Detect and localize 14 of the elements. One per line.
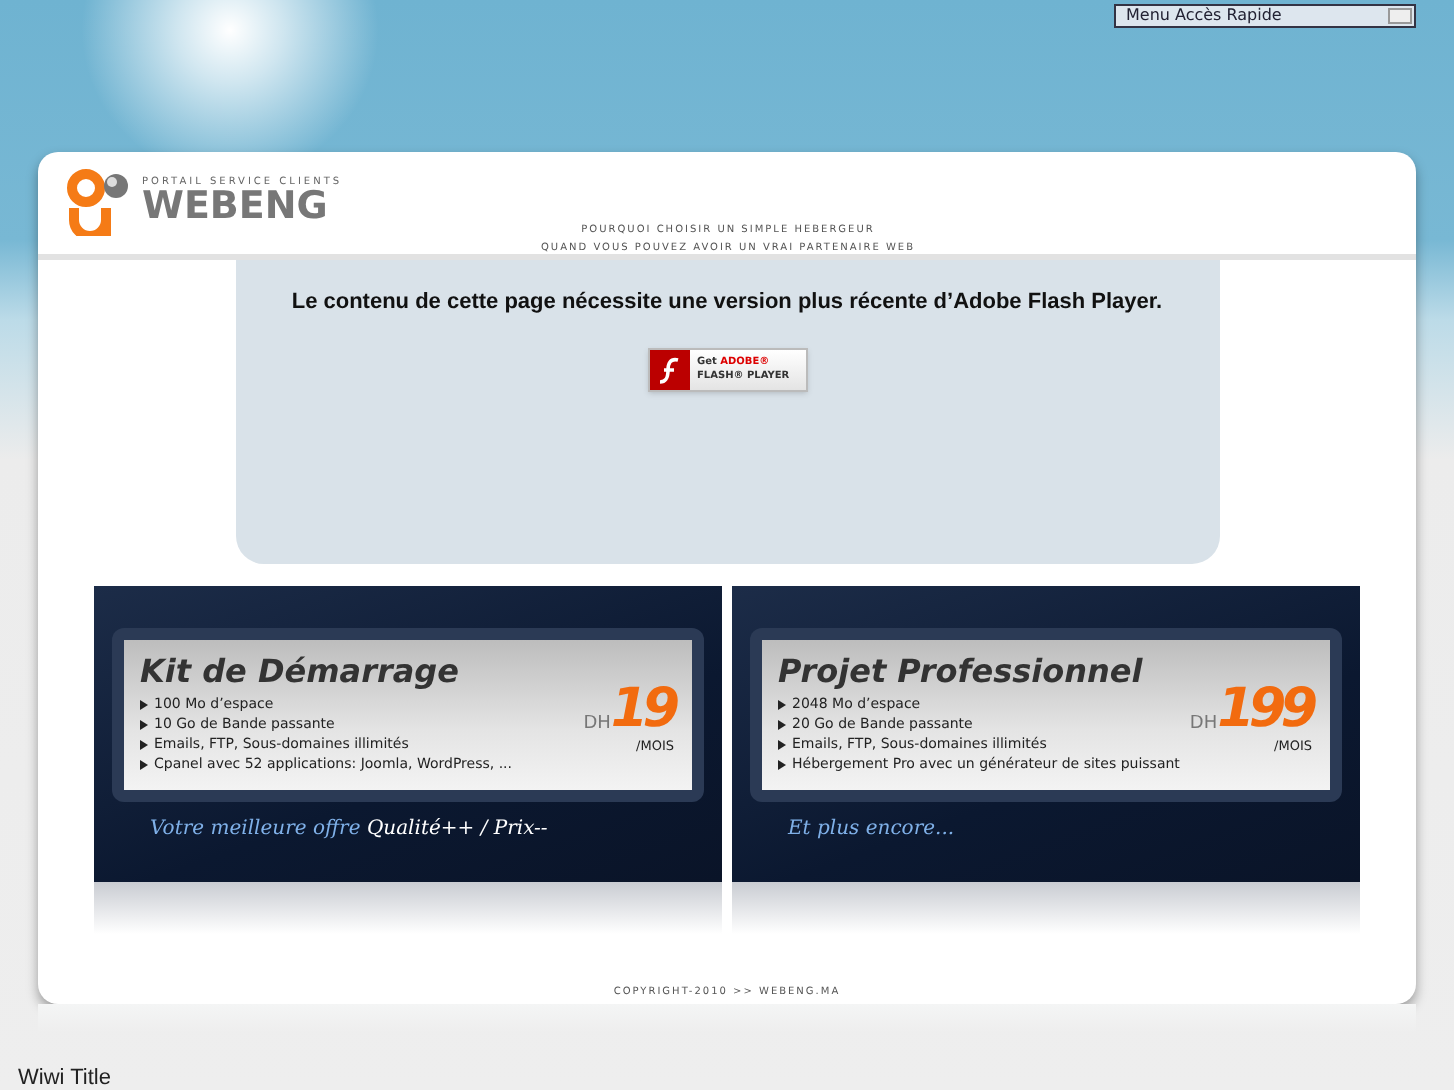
logo-icon (66, 168, 134, 236)
flash-message: Le contenu de cette page nécessite une version plus récente d’Adobe Flash Player. (291, 288, 1163, 318)
quick-menu-dropdown[interactable]: Menu Accès Rapide (1114, 4, 1416, 28)
offer-price: 199 (1217, 682, 1315, 738)
offer-title: Kit de Démarrage (140, 650, 461, 694)
page-title: Wiwi Title (18, 1064, 111, 1090)
offer-title: Projet Professionnel (778, 650, 1145, 694)
price-currency: DH (583, 716, 611, 734)
price-currency: DH (1189, 716, 1218, 734)
offer-price: 19 (610, 682, 677, 738)
flash-logo-icon (649, 349, 689, 389)
logo-wordmark: WEBENG (142, 188, 328, 226)
offer-tagline: Et plus encore... (788, 816, 957, 844)
offer-tagline: Votre meilleure offre Qualité++ / Prix-- (150, 816, 550, 844)
